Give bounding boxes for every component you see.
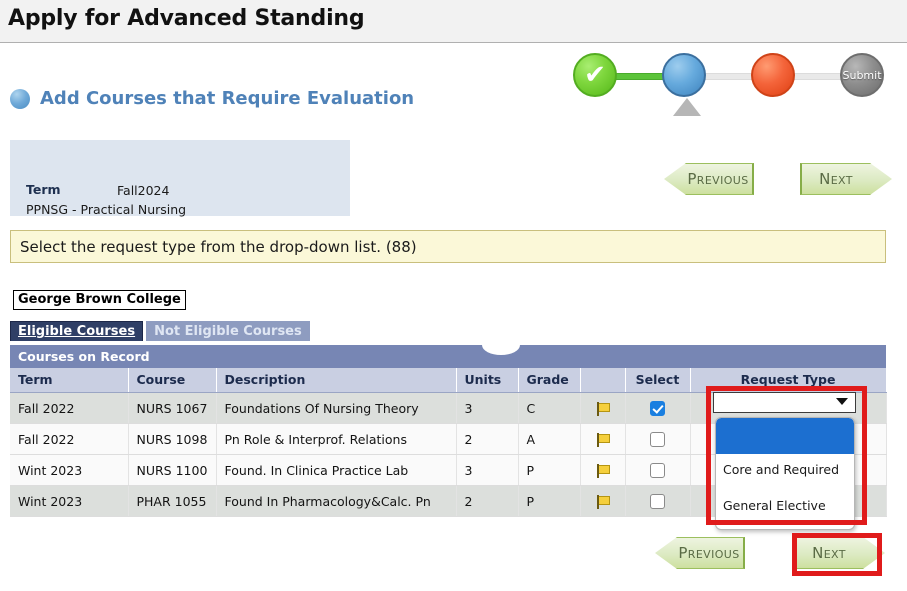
tab-eligible-courses[interactable]: Eligible Courses	[10, 321, 143, 341]
step-connector-1	[609, 73, 669, 80]
cell-flag[interactable]	[580, 455, 625, 486]
cell-select[interactable]	[625, 393, 690, 424]
column-header-units[interactable]: Units	[456, 368, 518, 393]
flag-icon	[596, 433, 610, 447]
cell-term: Fall 2022	[10, 424, 128, 455]
term-label: Term	[26, 182, 61, 197]
instruction-message-bar: Select the request type from the drop-do…	[10, 230, 886, 263]
cell-grade: C	[518, 393, 580, 424]
college-name-label: George Brown College	[13, 290, 186, 310]
step-submit-label: Submit	[842, 55, 882, 95]
select-checkbox[interactable]	[650, 432, 665, 447]
step-progress-indicator: ✔ Submit	[573, 50, 893, 105]
cell-course: NURS 1098	[128, 424, 216, 455]
next-button-label: Next	[819, 170, 853, 188]
current-step-pointer-icon	[673, 98, 701, 116]
next-button-bottom[interactable]: Next	[793, 537, 885, 569]
select-checkbox[interactable]	[650, 401, 665, 416]
flag-icon	[596, 464, 610, 478]
cell-course: NURS 1100	[128, 455, 216, 486]
cell-flag[interactable]	[580, 393, 625, 424]
table-caption: Courses on Record	[10, 345, 886, 368]
program-value: PPNSG - Practical Nursing	[26, 202, 186, 217]
chevron-down-icon	[836, 398, 848, 405]
cell-units: 2	[456, 424, 518, 455]
request-type-select[interactable]	[713, 392, 856, 413]
flag-icon	[596, 495, 610, 509]
column-header-flag	[580, 368, 625, 393]
cell-description: Found In Pharmacology&Calc. Pn	[216, 486, 456, 517]
instruction-message-text: Select the request type from the drop-do…	[20, 238, 417, 256]
select-checkbox[interactable]	[650, 463, 665, 478]
step-connector-3	[787, 73, 847, 80]
select-checkbox[interactable]	[650, 494, 665, 509]
column-header-course[interactable]: Course	[128, 368, 216, 393]
column-header-term[interactable]: Term	[10, 368, 128, 393]
column-header-request-type[interactable]: Request Type	[690, 368, 886, 393]
cell-course: PHAR 1055	[128, 486, 216, 517]
cell-term: Wint 2023	[10, 486, 128, 517]
step-3-pending[interactable]	[751, 53, 795, 97]
step-connector-2	[698, 73, 758, 80]
previous-button-label: Previous	[687, 170, 748, 188]
cell-grade: A	[518, 424, 580, 455]
column-header-grade[interactable]: Grade	[518, 368, 580, 393]
caption-notch-decoration	[482, 335, 520, 355]
course-tabs: Eligible Courses Not Eligible Courses	[10, 321, 310, 341]
page-title: Apply for Advanced Standing	[8, 6, 364, 31]
cell-select[interactable]	[625, 455, 690, 486]
next-button-top[interactable]: Next	[800, 163, 892, 195]
cell-units: 3	[456, 393, 518, 424]
previous-button-label: Previous	[678, 544, 739, 562]
column-header-description[interactable]: Description	[216, 368, 456, 393]
cell-grade: P	[518, 486, 580, 517]
cell-grade: P	[518, 455, 580, 486]
window-title-bar: Apply for Advanced Standing	[0, 0, 907, 43]
check-icon: ✔	[575, 55, 615, 95]
cell-select[interactable]	[625, 424, 690, 455]
cell-description: Found. In Clinica Practice Lab	[216, 455, 456, 486]
cell-term: Fall 2022	[10, 393, 128, 424]
request-type-dropdown-list[interactable]: Core and Required General Elective	[715, 417, 855, 530]
cell-term: Wint 2023	[10, 455, 128, 486]
flag-icon	[596, 402, 610, 416]
cell-flag[interactable]	[580, 486, 625, 517]
step-4-submit[interactable]: Submit	[840, 53, 884, 97]
table-caption-row: Courses on Record	[10, 345, 886, 368]
tab-not-eligible-courses[interactable]: Not Eligible Courses	[146, 321, 310, 341]
term-info-panel: Term Fall2024 PPNSG - Practical Nursing	[10, 140, 350, 216]
cell-units: 2	[456, 486, 518, 517]
dropdown-option-general-elective[interactable]: General Elective	[716, 490, 854, 526]
previous-button-top[interactable]: Previous	[664, 163, 754, 195]
next-button-label: Next	[812, 544, 846, 562]
step-1-complete[interactable]: ✔	[573, 53, 617, 97]
cell-course: NURS 1067	[128, 393, 216, 424]
term-value: Fall2024	[117, 183, 169, 198]
cell-description: Pn Role & Interprof. Relations	[216, 424, 456, 455]
section-header: Add Courses that Require Evaluation	[10, 88, 414, 109]
column-header-select[interactable]: Select	[625, 368, 690, 393]
blue-sphere-icon	[10, 89, 30, 109]
previous-button-bottom[interactable]: Previous	[655, 537, 745, 569]
cell-units: 3	[456, 455, 518, 486]
section-title: Add Courses that Require Evaluation	[40, 88, 414, 109]
step-2-current[interactable]	[662, 53, 706, 97]
dropdown-option-blank[interactable]	[716, 418, 854, 454]
cell-select[interactable]	[625, 486, 690, 517]
table-column-header-row: Term Course Description Units Grade Sele…	[10, 368, 886, 393]
cell-flag[interactable]	[580, 424, 625, 455]
dropdown-option-core-and-required[interactable]: Core and Required	[716, 454, 854, 490]
cell-description: Foundations Of Nursing Theory	[216, 393, 456, 424]
